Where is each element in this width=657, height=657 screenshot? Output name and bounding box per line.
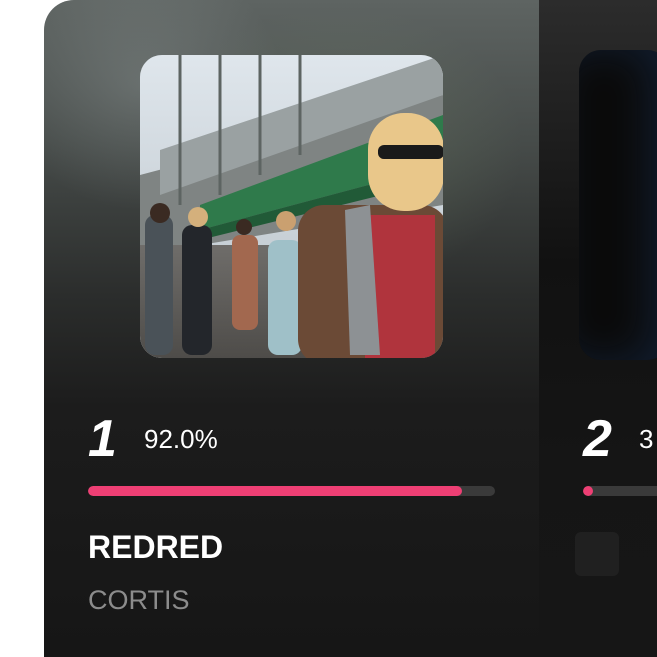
chart-card-rank-1[interactable]: 1 92.0% REDRED CORTIS	[44, 0, 539, 657]
rank-number: 1	[88, 410, 117, 468]
vote-progress-bar	[88, 486, 495, 496]
album-photo	[140, 55, 443, 358]
vote-progress-bar	[583, 486, 657, 496]
vote-progress-fill	[88, 486, 463, 496]
vote-percentage: 92.0%	[144, 424, 218, 454]
album-art[interactable]	[140, 55, 443, 358]
vote-progress-fill	[583, 486, 593, 496]
rank-number: 2	[583, 410, 612, 468]
artist-name[interactable]: CORTIS	[88, 584, 190, 616]
vote-percentage: 3	[639, 424, 654, 454]
album-art[interactable]	[579, 50, 657, 360]
title-placeholder	[575, 532, 619, 576]
chart-card-rank-2[interactable]: 2 3	[539, 0, 657, 657]
song-title[interactable]: REDRED	[88, 528, 223, 566]
